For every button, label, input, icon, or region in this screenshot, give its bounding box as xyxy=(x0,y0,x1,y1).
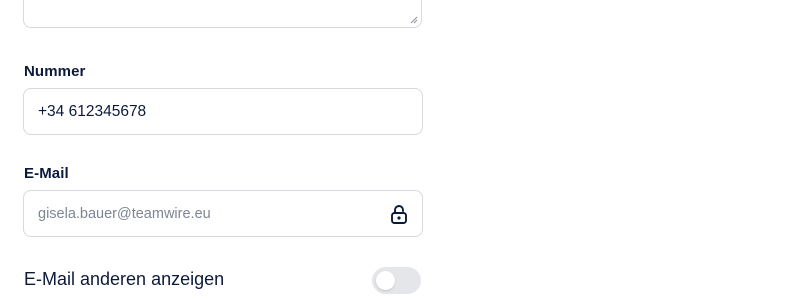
toggle-knob xyxy=(376,271,395,290)
number-input[interactable] xyxy=(38,89,378,134)
profile-form: Nummer E-Mail E-Mail anderen anzeigen xyxy=(0,0,800,305)
number-field[interactable] xyxy=(23,88,423,135)
number-label: Nummer xyxy=(24,63,86,80)
notes-textarea[interactable] xyxy=(23,0,422,28)
email-field[interactable] xyxy=(23,190,423,237)
email-input[interactable] xyxy=(38,191,378,236)
show-email-toggle-label: E-Mail anderen anzeigen xyxy=(24,269,225,289)
email-label: E-Mail xyxy=(24,165,69,182)
lock-icon xyxy=(391,205,407,224)
resize-grip-icon[interactable] xyxy=(410,16,418,24)
show-email-toggle[interactable] xyxy=(372,267,421,294)
